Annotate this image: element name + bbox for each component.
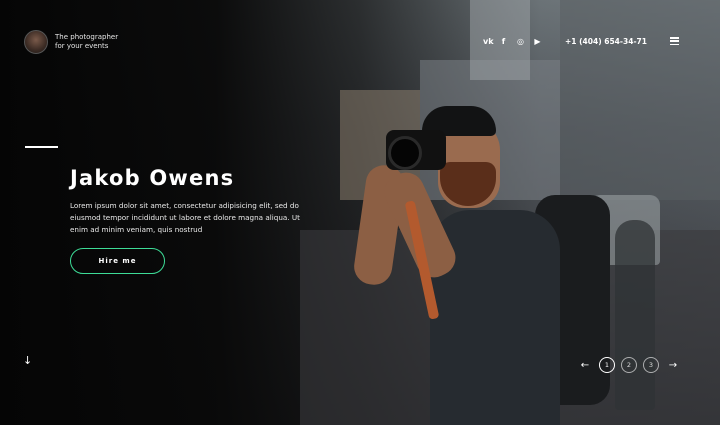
logo-avatar[interactable]	[24, 30, 48, 54]
page-title: Jakob Owens	[70, 166, 235, 190]
youtube-icon[interactable]: ▶	[534, 37, 541, 46]
prev-arrow-icon[interactable]: ←	[578, 360, 592, 371]
page-dot-2[interactable]: 2	[621, 357, 637, 373]
hire-me-button[interactable]: Hire me	[70, 248, 165, 274]
hero-description: Lorem ipsum dolor sit amet, consectetur …	[70, 201, 300, 234]
social-links: vk f ◎ ▶	[483, 37, 551, 46]
next-arrow-icon[interactable]: →	[666, 360, 680, 371]
page-dot-1[interactable]: 1	[599, 357, 615, 373]
camera-lens	[388, 136, 422, 170]
tagline-line-2: for your events	[55, 42, 109, 50]
page-dot-3[interactable]: 3	[643, 357, 659, 373]
slider-pagination: ← 1 2 3 →	[578, 357, 680, 373]
facebook-icon[interactable]: f	[500, 37, 507, 46]
brand[interactable]: The photographer for your events	[24, 30, 135, 54]
instagram-icon[interactable]: ◎	[517, 37, 524, 46]
tagline-line-1: The photographer	[55, 32, 119, 41]
photographer-image	[351, 100, 620, 425]
hamburger-menu-icon[interactable]	[670, 37, 679, 46]
vk-icon[interactable]: vk	[483, 37, 494, 46]
tagline: The photographer for your events	[55, 33, 135, 52]
scroll-down-arrow-icon[interactable]: ↓	[23, 354, 32, 367]
background-pedestrian	[615, 220, 655, 410]
accent-divider	[25, 146, 58, 148]
phone-link[interactable]: +1 (404) 654-34-71	[565, 37, 647, 46]
